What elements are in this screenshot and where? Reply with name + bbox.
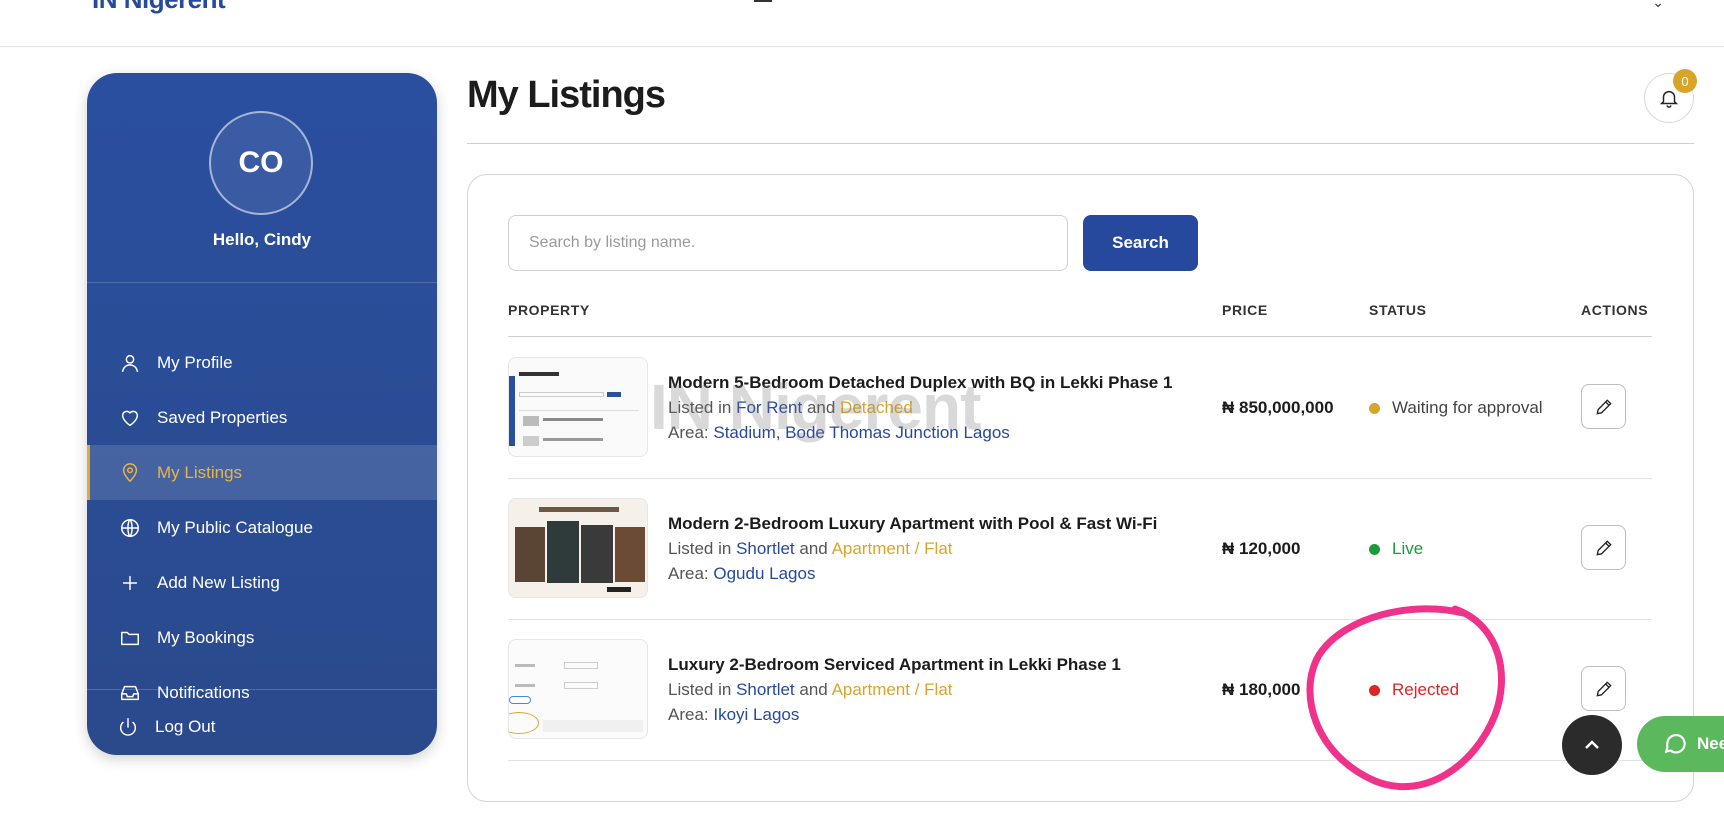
sidebar-item-label: My Listings [157,462,243,482]
sidebar: CO Hello, Cindy My Profile Saved Propert… [87,73,437,755]
listing-area-line: Area: Ogudu Lagos [668,564,815,584]
help-chat-button[interactable]: Nee [1637,716,1724,772]
status-label: Live [1392,539,1424,558]
listing-area-link[interactable]: Stadium, Bode Thomas Junction Lagos [713,423,1009,442]
listing-price: ₦ 850,000,000 [1222,398,1334,417]
help-label: Nee [1697,734,1724,753]
power-icon [117,716,139,738]
listing-title[interactable]: Modern 2-Bedroom Luxury Apartment with P… [668,514,1157,534]
listing-area-line: Area: Ikoyi Lagos [668,705,799,725]
status-dot-icon [1369,684,1380,696]
area-label: Area: [668,564,709,583]
chat-bubble-icon [1664,733,1686,754]
map-pin-icon [119,462,141,484]
plus-icon [119,572,141,594]
listed-in-label: Listed in [668,539,732,558]
pencil-icon [1595,680,1612,697]
listing-status: Live [1369,539,1423,559]
sidebar-item-label: My Profile [157,352,233,372]
search-button[interactable]: Search [1083,215,1198,271]
and-label: and [799,539,828,558]
logout-label: Log Out [155,716,216,736]
menu-icon[interactable] [754,0,772,2]
listing-status: Rejected [1369,680,1459,700]
sidebar-item-label: Saved Properties [157,407,288,427]
column-header-price: PRICE [1222,302,1268,318]
sidebar-item-saved-properties[interactable]: Saved Properties [87,390,437,445]
top-bar: IN Nigerent ⌄ [0,0,1724,47]
area-label: Area: [668,705,709,724]
pencil-icon [1595,539,1612,556]
heart-icon [119,407,141,429]
avatar[interactable]: CO [209,111,313,215]
listed-in-label: Listed in [668,680,732,699]
sidebar-item-my-public-catalogue[interactable]: My Public Catalogue [87,500,437,555]
listing-category-line: Listed in Shortlet and Apartment / Flat [668,539,953,559]
column-header-status: STATUS [1369,302,1427,318]
scroll-to-top-button[interactable] [1562,715,1622,775]
listing-category-line: Listed in Shortlet and Apartment / Flat [668,680,953,700]
sidebar-item-label: Add New Listing [157,572,280,592]
logout-button[interactable]: Log Out [87,699,437,754]
listing-type-link[interactable]: Detached [840,398,913,417]
divider [87,282,437,283]
notification-count-badge: 0 [1673,69,1697,93]
sidebar-item-my-listings[interactable]: My Listings [87,445,437,500]
listing-title[interactable]: Luxury 2-Bedroom Serviced Apartment in L… [668,655,1121,675]
column-header-property: PROPERTY [508,302,590,318]
folder-icon [119,627,141,649]
user-icon [119,352,141,374]
pencil-icon [1595,398,1612,415]
sidebar-item-my-profile[interactable]: My Profile [87,335,437,390]
greeting: Hello, Cindy [212,230,312,249]
listing-status: Waiting for approval [1369,398,1543,418]
listing-title[interactable]: Modern 5-Bedroom Detached Duplex with BQ… [668,373,1172,393]
sidebar-item-add-new-listing[interactable]: Add New Listing [87,555,437,610]
chevron-up-icon [1585,740,1599,749]
brand-logo[interactable]: IN Nigerent [92,0,226,15]
listing-thumbnail[interactable] [508,357,648,457]
status-dot-icon [1369,543,1380,555]
listing-category-link[interactable]: Shortlet [736,680,795,699]
and-label: and [799,680,828,699]
listing-area-link[interactable]: Ogudu Lagos [713,564,815,583]
listing-price: ₦ 180,000 [1222,680,1301,699]
and-label: and [806,398,836,417]
divider [508,336,1652,337]
listing-thumbnail[interactable] [508,639,648,739]
listing-thumbnail[interactable] [508,498,648,598]
listing-category-link[interactable]: Shortlet [736,539,795,558]
listing-area-link[interactable]: Ikoyi Lagos [713,705,799,724]
listing-area-line: Area: Stadium, Bode Thomas Junction Lago… [668,423,1010,443]
sidebar-item-label: My Public Catalogue [157,517,313,537]
divider [87,689,437,690]
page-title: My Listings [467,74,666,116]
search-input[interactable] [508,215,1068,271]
status-dot-icon [1369,402,1380,414]
divider [508,760,1652,761]
listing-price: ₦ 120,000 [1222,539,1301,558]
status-label: Waiting for approval [1392,398,1543,417]
edit-listing-button[interactable] [1581,666,1626,711]
sidebar-item-my-bookings[interactable]: My Bookings [87,610,437,665]
chevron-down-icon[interactable]: ⌄ [1652,0,1664,11]
listing-type-link[interactable]: Apartment / Flat [832,680,953,699]
edit-listing-button[interactable] [1581,525,1626,570]
status-label: Rejected [1392,680,1460,699]
area-label: Area: [668,423,709,442]
listing-type-link[interactable]: Apartment / Flat [832,539,953,558]
globe-icon [119,517,141,539]
listing-category-line: Listed in For Rent and Detached [668,398,913,418]
listing-category-link[interactable]: For Rent [736,398,802,417]
column-header-actions: ACTIONS [1581,302,1649,318]
divider [508,619,1652,620]
edit-listing-button[interactable] [1581,384,1626,429]
divider [508,478,1652,479]
divider [467,143,1694,144]
sidebar-item-label: My Bookings [157,627,255,647]
listed-in-label: Listed in [668,398,732,417]
